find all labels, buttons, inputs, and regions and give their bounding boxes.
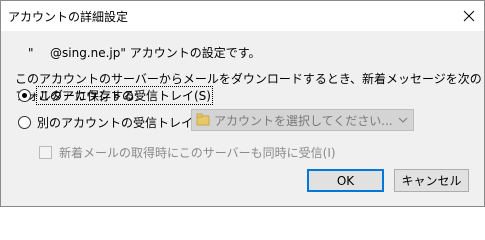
folder-icon — [196, 113, 210, 126]
cancel-button[interactable]: キャンセル — [394, 169, 469, 192]
radio-other-inbox[interactable]: 別のアカウントの受信トレイ(D) — [18, 114, 212, 131]
ok-button[interactable]: OK — [307, 169, 384, 192]
sync-checkbox-label: 新着メールの取得時にこのサーバーも同時に受信(I) — [59, 146, 336, 160]
radio-button-selected[interactable] — [18, 89, 31, 102]
radio-this-inbox[interactable]: このアカウントの受信トレイ(S) — [18, 86, 213, 105]
title-bar: アカウントの詳細設定 — [1, 1, 484, 31]
close-icon — [463, 10, 475, 22]
dropdown-placeholder: アカウントを選択してください... — [214, 113, 393, 128]
dialog-title: アカウントの詳細設定 — [8, 10, 129, 24]
sync-checkbox[interactable] — [39, 146, 52, 159]
radio-this-inbox-label: このアカウントの受信トレイ(S) — [36, 86, 213, 105]
account-settings-dialog: アカウントの詳細設定 " @sing.ne.jp" アカウントの設定です。 このア… — [0, 0, 485, 207]
sync-checkbox-row[interactable]: 新着メールの取得時にこのサーバーも同時に受信(I) — [39, 144, 336, 161]
close-button[interactable] — [454, 1, 484, 31]
account-prefix: " — [28, 46, 34, 60]
account-text: @sing.ne.jp" アカウントの設定です。 — [50, 46, 261, 60]
chevron-down-icon — [398, 117, 408, 123]
radio-button[interactable] — [18, 116, 31, 129]
radio-other-inbox-label: 別のアカウントの受信トレイ(D) — [37, 116, 212, 130]
account-select-dropdown[interactable]: アカウントを選択してください... — [191, 109, 414, 131]
account-info: " @sing.ne.jp" アカウントの設定です。 — [28, 44, 261, 61]
